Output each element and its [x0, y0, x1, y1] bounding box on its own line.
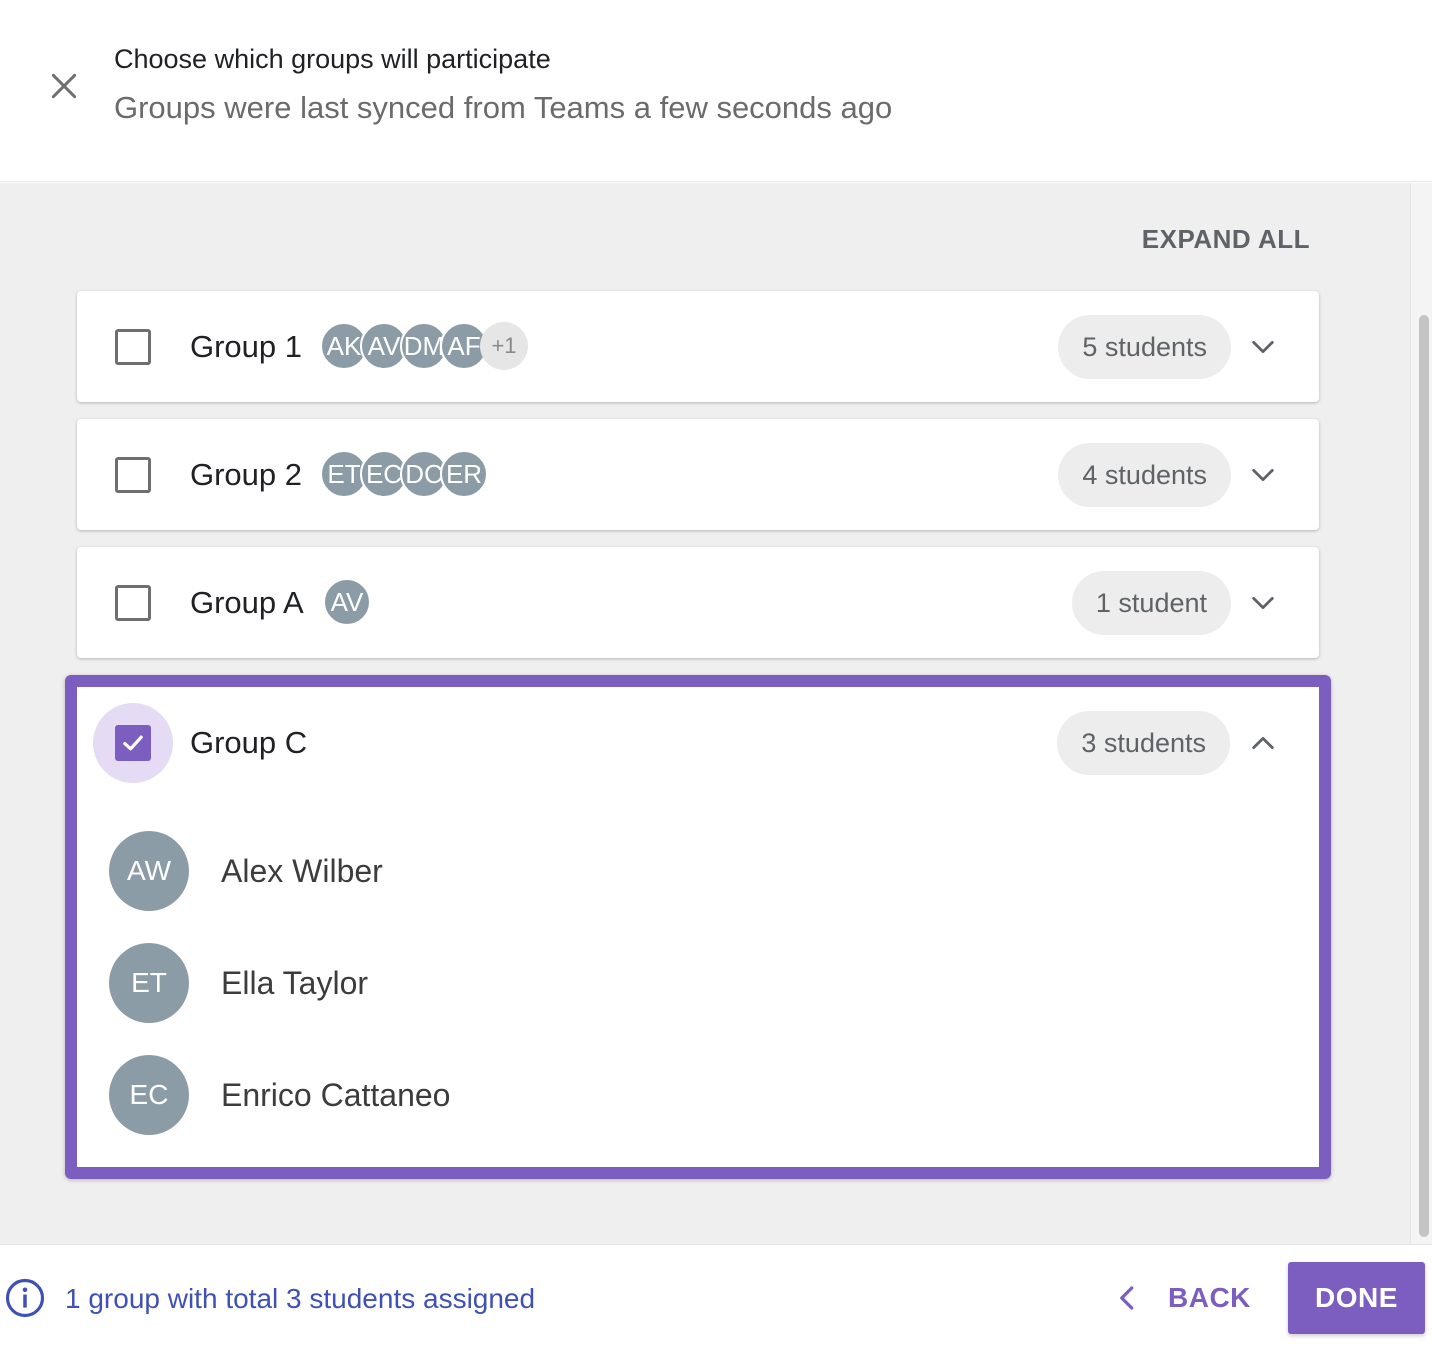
avatar: AV [323, 578, 371, 626]
group-avatar-stack: ET EC DC ER [320, 450, 488, 498]
back-label: BACK [1168, 1282, 1251, 1313]
expand-all-button[interactable]: EXPAND ALL [1110, 219, 1310, 259]
group-checkbox-checked[interactable] [93, 703, 173, 783]
chevron-up-icon [1252, 736, 1274, 750]
sync-status-text: Groups were last synced from Teams a few… [114, 90, 893, 125]
group-checkbox[interactable] [115, 329, 151, 365]
chevron-down-icon [1252, 468, 1274, 482]
expand-toggle[interactable] [1245, 457, 1281, 493]
avatar: AW [109, 831, 189, 911]
assignment-summary: 1 group with total 3 students assigned [65, 1283, 536, 1314]
group-name: Group 1 [190, 329, 303, 364]
back-arrow [1108, 1278, 1148, 1318]
checkbox-box [115, 725, 151, 761]
student-name: Ella Taylor [221, 964, 369, 1001]
list-item: AW Alex Wilber [109, 831, 383, 911]
dialog-footer: 1 group with total 3 students assigned B… [0, 1244, 1432, 1348]
student-name: Alex Wilber [221, 852, 383, 889]
chevron-down-icon [1252, 596, 1274, 610]
group-avatar-stack: AV [323, 578, 371, 626]
avatar: ER [440, 450, 488, 498]
back-button[interactable]: BACK [1108, 1271, 1251, 1325]
group-checkbox[interactable] [115, 457, 151, 493]
check-icon [123, 735, 143, 751]
group-name: Group 2 [190, 457, 303, 492]
scrollbar[interactable] [1410, 183, 1432, 1244]
group-card-group-a: Group A AV 1 student [77, 547, 1319, 658]
groups-list-area: EXPAND ALL Group 1 AK AV DM AF +1 5 stud… [0, 183, 1432, 1244]
group-avatar-stack: AK AV DM AF +1 [320, 322, 528, 370]
list-item: ET Ella Taylor [109, 943, 368, 1023]
student-count-badge: 4 students [1058, 443, 1231, 507]
student-count-badge: 3 students [1057, 711, 1230, 775]
chevron-left-icon [1120, 1286, 1134, 1310]
student-count-badge: 5 students [1058, 315, 1231, 379]
expand-toggle[interactable] [1245, 329, 1281, 365]
group-card-group-2: Group 2 ET EC DC ER 4 students [77, 419, 1319, 530]
collapse-toggle[interactable] [1245, 725, 1281, 761]
expand-toggle[interactable] [1245, 585, 1281, 621]
close-icon [51, 73, 77, 99]
group-card-group-c: Group C 3 students AW Alex Wilber ET Ell… [65, 675, 1331, 1179]
list-item: EC Enrico Cattaneo [109, 1055, 450, 1135]
dialog-header: Choose which groups will participate Gro… [0, 0, 1432, 182]
chevron-down-icon [1252, 340, 1274, 354]
group-card-group-1: Group 1 AK AV DM AF +1 5 students [77, 291, 1319, 402]
group-checkbox[interactable] [115, 585, 151, 621]
more-avatars-badge: +1 [480, 322, 528, 370]
dialog-title: Choose which groups will participate [114, 44, 551, 74]
done-button[interactable]: DONE [1288, 1262, 1425, 1334]
scrollbar-thumb[interactable] [1419, 315, 1429, 1237]
student-count-badge: 1 student [1071, 571, 1231, 635]
group-name: Group A [190, 585, 304, 620]
group-name: Group C [190, 725, 308, 760]
info-icon [5, 1278, 45, 1318]
close-button[interactable] [40, 62, 88, 110]
avatar: ET [109, 943, 189, 1023]
student-name: Enrico Cattaneo [221, 1076, 451, 1113]
avatar: EC [109, 1055, 189, 1135]
